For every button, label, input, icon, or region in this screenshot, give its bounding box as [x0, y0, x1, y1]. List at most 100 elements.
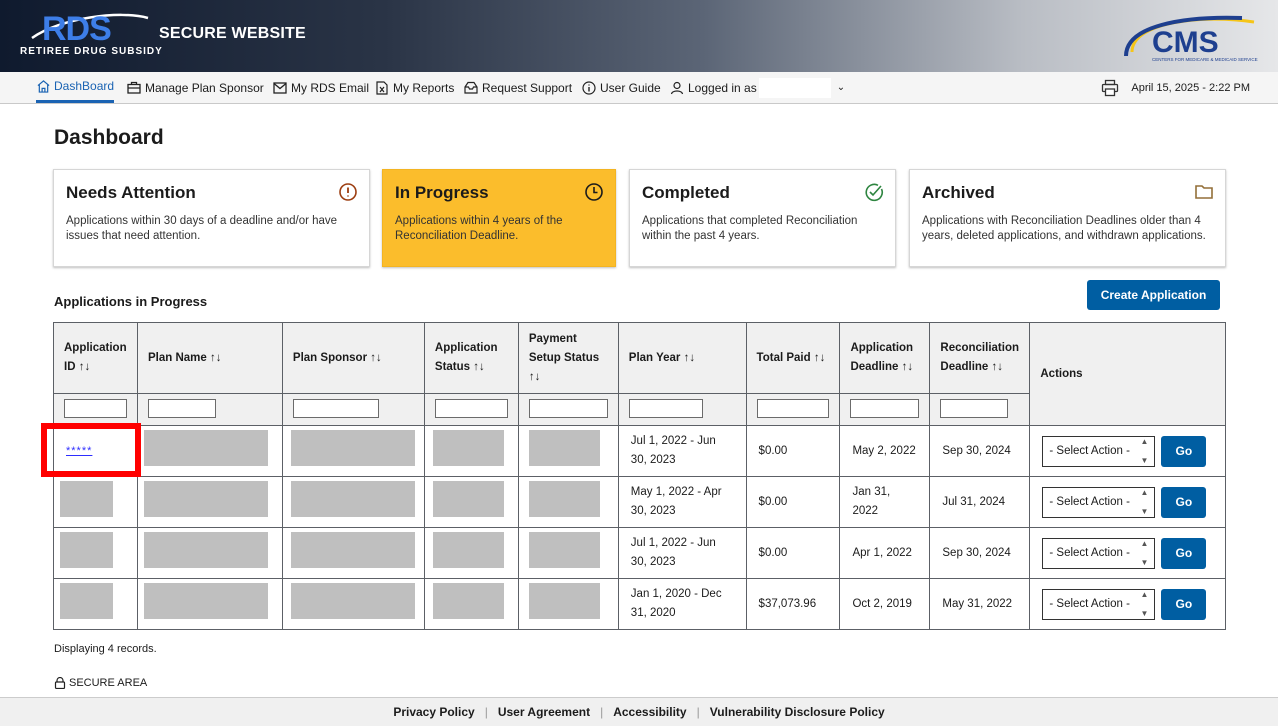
- cms-logo-subtitle: CENTERS FOR MEDICARE & MEDICAID SERVICES: [1152, 57, 1258, 62]
- briefcase-icon: [127, 81, 141, 95]
- site-header: RDS RETIREE DRUG SUBSIDY SECURE WEBSITE …: [0, 0, 1278, 72]
- main-nav: DashBoard Manage Plan Sponsor My RDS Ema…: [0, 72, 1278, 104]
- records-count: Displaying 4 records.: [54, 643, 157, 655]
- table-row: May 1, 2022 - Apr 30, 2023 $0.00 Jan 31,…: [53, 476, 1226, 528]
- rds-logo[interactable]: RDS RETIREE DRUG SUBSIDY: [20, 10, 163, 62]
- reconciliation-deadline: Sep 30, 2024: [929, 425, 1031, 477]
- nav-user-menu[interactable]: Logged in as ⌄: [670, 72, 845, 103]
- nav-dashboard[interactable]: DashBoard: [36, 72, 115, 103]
- go-button[interactable]: Go: [1161, 537, 1207, 569]
- filter-application-id[interactable]: [64, 399, 127, 418]
- nav-user-guide[interactable]: User Guide: [582, 72, 661, 103]
- filter-application-deadline[interactable]: [850, 399, 920, 418]
- nav-my-reports[interactable]: My Reports: [375, 72, 454, 103]
- nav-label: User Guide: [600, 80, 661, 95]
- select-action-dropdown[interactable]: - Select Action - ▲ ▼: [1042, 486, 1156, 518]
- col-header-actions: Actions: [1029, 322, 1226, 426]
- col-header-plan-sponsor[interactable]: Plan Sponsor ↑↓: [281, 322, 425, 394]
- footer-link-privacy-policy[interactable]: Privacy Policy: [383, 705, 484, 719]
- nav-label: Request Support: [482, 80, 573, 95]
- lock-icon: [54, 677, 66, 689]
- table-row: Jul 1, 2022 - Jun 30, 2023 $0.00 Apr 1, …: [53, 527, 1226, 579]
- reconciliation-deadline: May 31, 2022: [929, 578, 1031, 630]
- filter-total-paid[interactable]: [756, 399, 830, 418]
- redacted-plan-name: [143, 582, 268, 619]
- table-row: Jan 1, 2020 - Dec 31, 2020 $37,073.96 Oc…: [53, 578, 1226, 630]
- nav-request-support[interactable]: Request Support: [464, 72, 572, 103]
- excel-file-icon: [375, 80, 389, 95]
- logo-text: RDS: [42, 10, 112, 48]
- clock-icon: [585, 183, 603, 201]
- card-archived[interactable]: Archived Applications with Reconciliatio…: [909, 169, 1226, 267]
- col-header-plan-name[interactable]: Plan Name ↑↓: [136, 322, 283, 394]
- applications-table: Application ID ↑↓ Plan Name ↑↓ Plan Spon…: [53, 322, 1226, 630]
- col-header-application-deadline[interactable]: Application Deadline ↑↓: [839, 322, 931, 394]
- filter-plan-name[interactable]: [147, 399, 216, 418]
- folder-icon: [1195, 185, 1213, 199]
- redacted-plan-name: [143, 480, 268, 517]
- table-row: ***** Jul 1, 2022 - Jun 30, 2023 $0.00 M…: [53, 425, 1226, 477]
- envelope-icon: [273, 81, 287, 95]
- plan-year: Jan 1, 2020 - Dec 31, 2020: [617, 578, 747, 630]
- select-action-dropdown[interactable]: - Select Action - ▲ ▼: [1042, 588, 1156, 620]
- go-button[interactable]: Go: [1161, 486, 1207, 518]
- go-button[interactable]: Go: [1161, 435, 1207, 467]
- footer-link-accessibility[interactable]: Accessibility: [603, 705, 696, 719]
- plan-year: Jul 1, 2022 - Jun 30, 2023: [617, 527, 747, 579]
- nav-my-rds-email[interactable]: My RDS Email: [273, 72, 369, 103]
- current-datetime: April 15, 2025 - 2:22 PM: [1131, 81, 1250, 94]
- col-header-application-id[interactable]: Application ID ↑↓: [53, 322, 138, 394]
- alert-circle-icon: [339, 183, 357, 201]
- col-header-reconciliation-deadline[interactable]: Reconciliation Deadline ↑↓: [929, 322, 1031, 394]
- col-header-plan-year[interactable]: Plan Year ↑↓: [617, 322, 747, 394]
- filter-payment-setup-status[interactable]: [528, 399, 608, 418]
- reconciliation-deadline: Jul 31, 2024: [929, 476, 1031, 528]
- redacted-plan-sponsor: [290, 429, 415, 466]
- col-header-application-status[interactable]: Application Status ↑↓: [423, 322, 519, 394]
- redacted-application-status: [432, 582, 504, 619]
- select-action-dropdown[interactable]: - Select Action - ▲ ▼: [1042, 435, 1156, 467]
- filter-plan-sponsor[interactable]: [292, 399, 379, 418]
- check-circle-icon: [865, 183, 883, 202]
- nav-label: My RDS Email: [291, 80, 370, 95]
- application-id-link[interactable]: *****: [66, 445, 92, 457]
- application-deadline: Apr 1, 2022: [839, 527, 931, 579]
- print-icon[interactable]: [1101, 79, 1119, 97]
- sort-icon: ↑↓: [210, 351, 222, 364]
- card-needs-attention[interactable]: Needs Attention Applications within 30 d…: [53, 169, 370, 267]
- redacted-payment-status: [528, 480, 600, 517]
- card-title: Completed: [642, 183, 730, 202]
- card-in-progress[interactable]: In Progress Applications within 4 years …: [382, 169, 616, 267]
- username-redacted: [758, 77, 831, 98]
- create-application-button[interactable]: Create Application: [1087, 280, 1220, 310]
- redacted-payment-status: [528, 582, 600, 619]
- home-icon: [36, 79, 50, 93]
- filter-plan-year[interactable]: [628, 399, 703, 418]
- total-paid: $0.00: [745, 425, 841, 477]
- nav-label: My Reports: [393, 80, 455, 95]
- filter-application-status[interactable]: [434, 399, 508, 418]
- card-completed[interactable]: Completed Applications that completed Re…: [629, 169, 896, 267]
- footer-link-vulnerability-disclosure[interactable]: Vulnerability Disclosure Policy: [700, 705, 895, 719]
- redacted-application-id: [60, 531, 113, 568]
- filter-reconciliation-deadline[interactable]: [940, 399, 1009, 418]
- col-header-total-paid[interactable]: Total Paid ↑↓: [745, 322, 841, 394]
- total-paid: $0.00: [745, 527, 841, 579]
- nav-right: April 15, 2025 - 2:22 PM: [1101, 72, 1250, 103]
- go-button[interactable]: Go: [1161, 588, 1207, 620]
- sort-icon: ↑↓: [473, 361, 485, 373]
- footer-link-user-agreement[interactable]: User Agreement: [488, 705, 600, 719]
- nav-label: Manage Plan Sponsor: [145, 80, 264, 95]
- site-title: SECURE WEBSITE: [159, 25, 306, 42]
- plan-year: Jul 1, 2022 - Jun 30, 2023: [617, 425, 747, 477]
- reconciliation-deadline: Sep 30, 2024: [929, 527, 1031, 579]
- select-arrows-icon: ▲ ▼: [1140, 488, 1149, 516]
- select-action-dropdown[interactable]: - Select Action - ▲ ▼: [1042, 537, 1156, 569]
- logo-subtitle: RETIREE DRUG SUBSIDY: [20, 46, 163, 57]
- cms-logo[interactable]: CMS CENTERS FOR MEDICARE & MEDICAID SERV…: [1122, 12, 1258, 64]
- card-description: Applications within 30 days of a deadlin…: [66, 215, 338, 242]
- nav-manage-plan-sponsor[interactable]: Manage Plan Sponsor: [127, 72, 264, 103]
- card-description: Applications with Reconciliation Deadlin…: [922, 215, 1206, 242]
- select-arrows-icon: ▲ ▼: [1140, 590, 1149, 618]
- col-header-payment-setup-status[interactable]: Payment Setup Status ↑↓: [517, 322, 619, 394]
